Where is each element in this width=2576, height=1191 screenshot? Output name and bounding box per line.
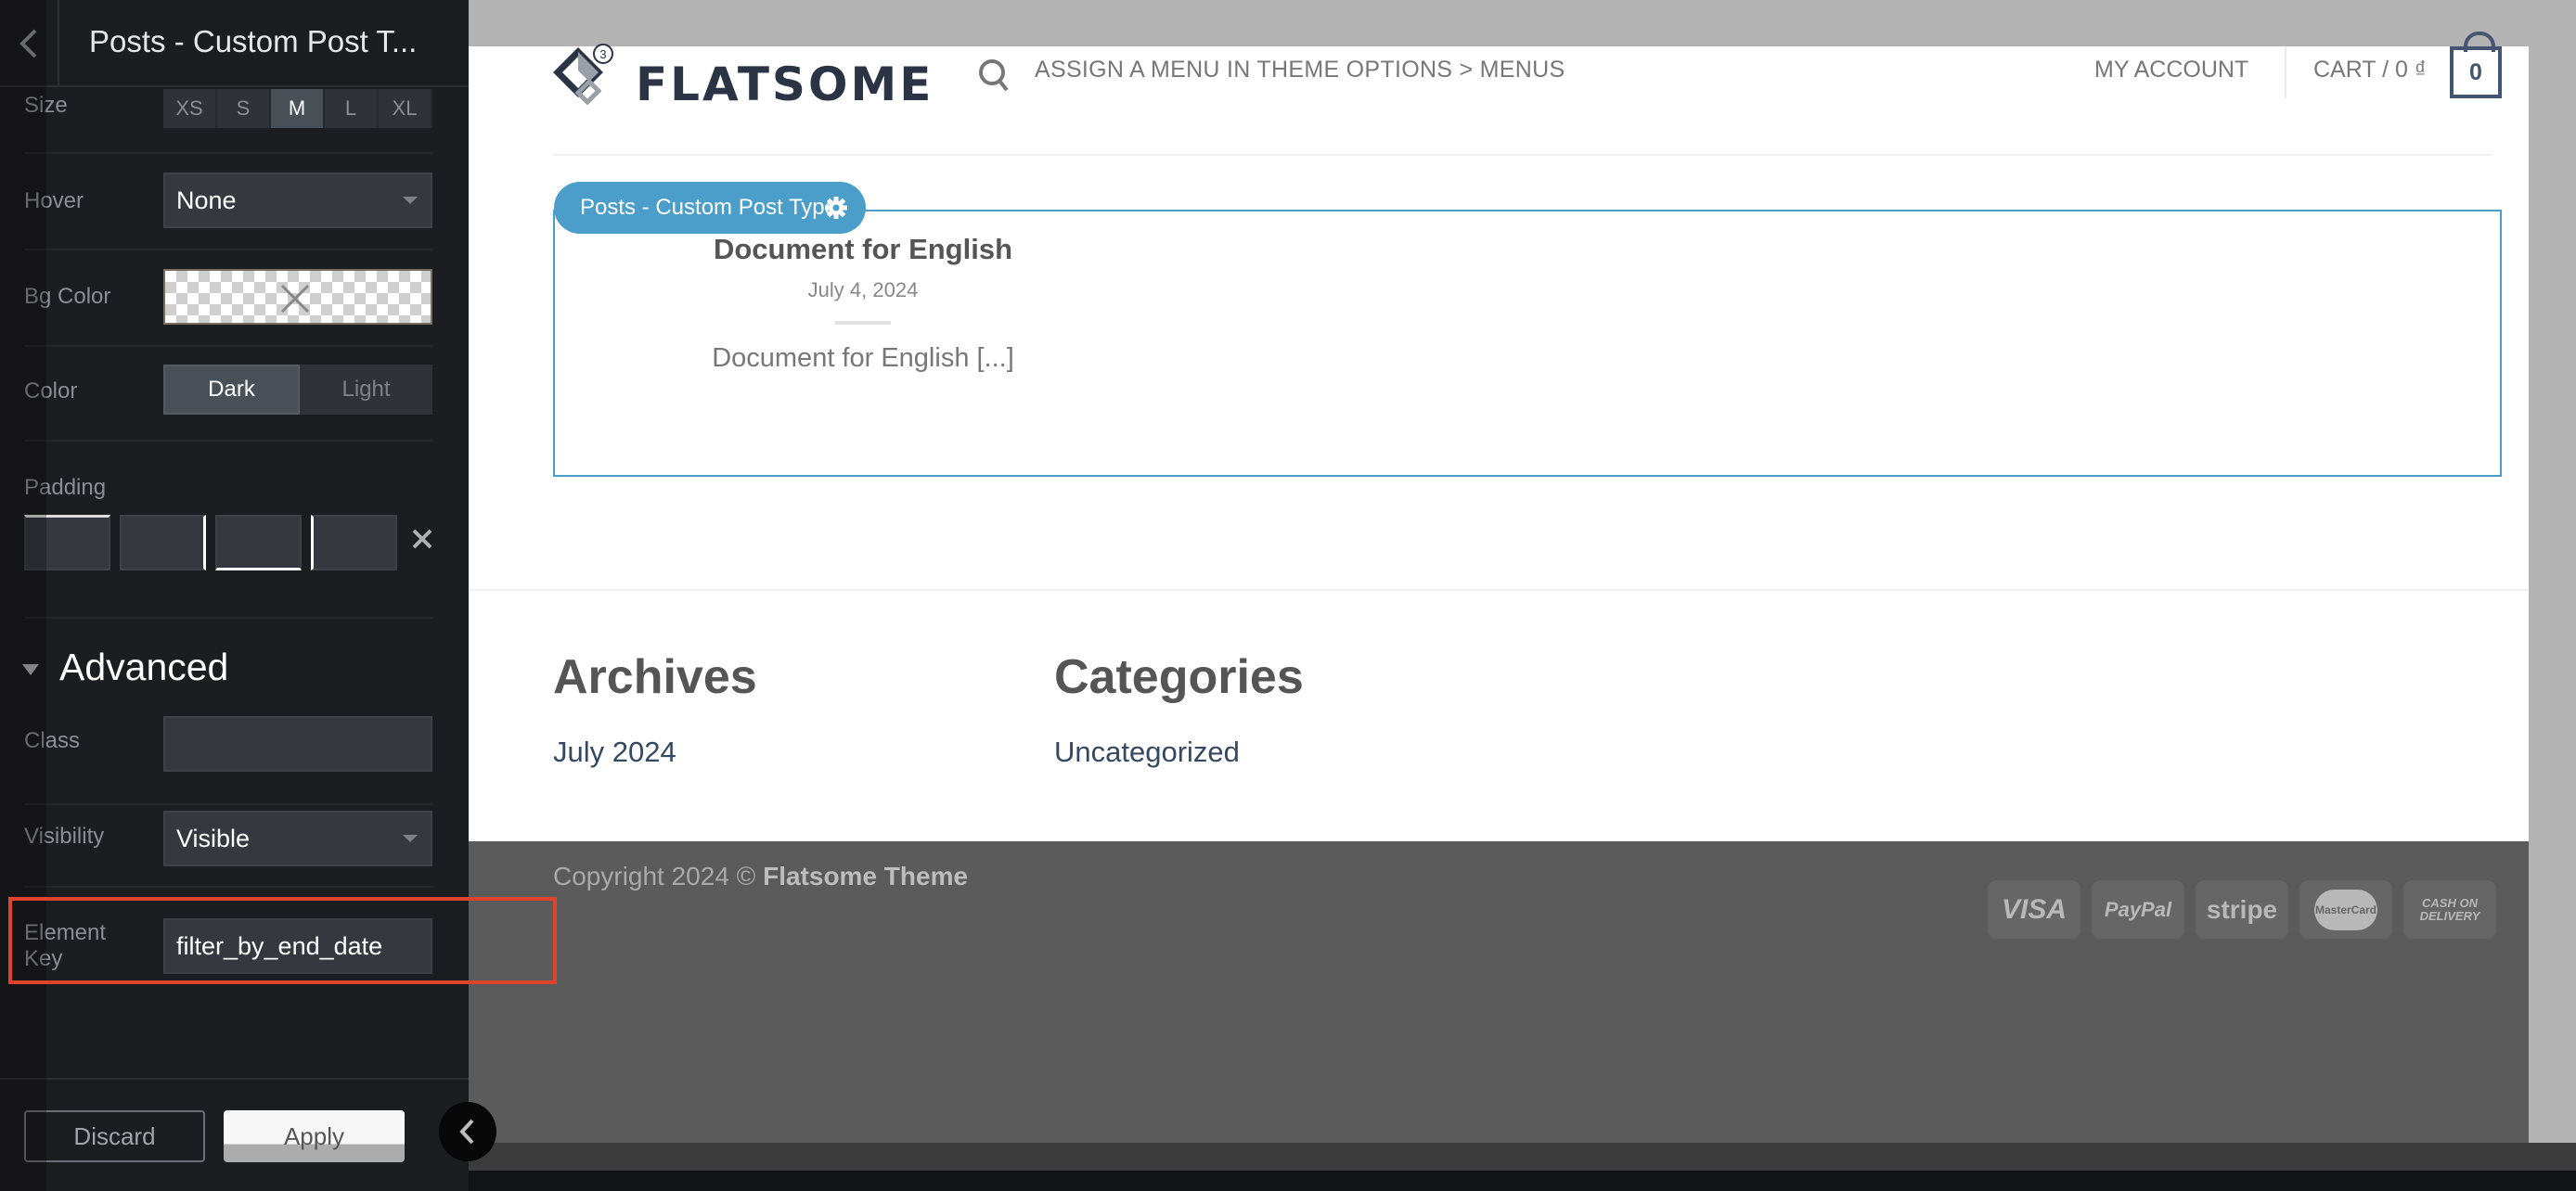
divider	[24, 803, 432, 805]
padding-left-input[interactable]	[311, 515, 397, 570]
cash-on-delivery-icon: CASH ON DELIVERY	[2403, 880, 2496, 939]
padding-inputs	[24, 515, 397, 570]
footer-top-line	[469, 589, 2529, 591]
preview-bottom-bar	[469, 1171, 2576, 1191]
header-divider-line	[553, 154, 2492, 156]
visibility-label: Visibility	[24, 824, 105, 849]
size-option-l[interactable]: L	[325, 89, 379, 128]
paypal-icon: PayPal	[2092, 880, 2184, 939]
size-option-xs[interactable]: XS	[163, 89, 217, 128]
sidebar-header: Posts - Custom Post T...	[0, 0, 469, 87]
chevron-left-icon	[19, 29, 37, 58]
chevron-down-icon	[403, 835, 418, 842]
post-excerpt: Document for English [...]	[712, 343, 1014, 373]
copyright-text: Copyright 2024 © Flatsome Theme	[553, 862, 969, 890]
padding-label: Padding	[24, 475, 107, 500]
site-footer: Copyright 2024 © Flatsome Theme VISA Pay…	[469, 841, 2529, 1143]
gear-icon[interactable]	[823, 195, 849, 221]
visibility-select[interactable]: Visible	[163, 811, 432, 866]
flatsome-logo-icon: 3	[553, 44, 613, 106]
header-divider	[2285, 46, 2286, 98]
apply-button[interactable]: Apply	[224, 1110, 405, 1162]
sidebar-title: Posts - Custom Post T...	[89, 24, 418, 58]
cart-bag-icon[interactable]: 0	[2450, 32, 2502, 98]
bg-color-picker[interactable]	[163, 269, 432, 325]
discard-button[interactable]: Discard	[24, 1110, 205, 1162]
page-preview: 3 FLATSOME ASSIGN A MENU IN THEME OPTION…	[469, 0, 2576, 1191]
mastercard-icon: MasterCard	[2299, 880, 2392, 939]
collapse-sidebar-button[interactable]	[439, 1102, 496, 1161]
cart-link[interactable]: CART / 0 ₫	[2313, 57, 2427, 83]
hover-label: Hover	[24, 188, 84, 213]
padding-top-input[interactable]	[24, 515, 110, 570]
divider	[24, 345, 432, 347]
settings-sidebar: Posts - Custom Post T... Size XS S M L X…	[0, 0, 469, 1191]
nav-menu-message[interactable]: ASSIGN A MENU IN THEME OPTIONS > MENUS	[1035, 57, 1565, 83]
size-option-xl[interactable]: XL	[379, 89, 432, 128]
chevron-down-icon	[403, 197, 418, 204]
color-option-light[interactable]: Light	[300, 365, 432, 415]
logo-text: FLATSOME	[636, 58, 934, 111]
post-date: July 4, 2024	[807, 278, 919, 301]
clear-color-icon[interactable]	[277, 280, 314, 317]
archive-link[interactable]: July 2024	[553, 736, 676, 769]
divider	[24, 617, 432, 619]
divider	[24, 152, 432, 154]
class-input[interactable]	[163, 716, 432, 772]
element-tag[interactable]: Posts - Custom Post Type	[554, 182, 866, 234]
divider	[24, 886, 432, 888]
element-tag-label: Posts - Custom Post Type	[580, 195, 837, 220]
padding-bottom-input[interactable]	[215, 515, 302, 570]
payment-icons: VISA PayPal stripe MasterCard CASH ON DE…	[1988, 880, 2496, 939]
color-label: Color	[24, 378, 78, 403]
size-option-m[interactable]: M	[271, 89, 325, 128]
element-key-label: Element Key	[24, 920, 107, 971]
padding-right-input[interactable]	[120, 515, 206, 570]
divider	[24, 249, 432, 250]
footer-divider	[0, 1078, 469, 1080]
advanced-section-title[interactable]: Advanced	[59, 646, 228, 689]
post-divider	[835, 321, 891, 325]
triangle-down-icon[interactable]	[22, 664, 39, 675]
class-label: Class	[24, 728, 81, 753]
stripe-icon: stripe	[2196, 880, 2288, 939]
chevron-left-icon	[459, 1119, 474, 1145]
search-icon[interactable]	[974, 55, 1015, 96]
widget-title-archives: Archives	[553, 650, 757, 704]
bg-color-label: Bg Color	[24, 284, 111, 309]
category-link[interactable]: Uncategorized	[1054, 736, 1240, 769]
back-button[interactable]	[0, 0, 59, 87]
color-toggle: Dark Light	[163, 365, 432, 415]
element-key-input[interactable]: filter_by_end_date	[163, 918, 432, 974]
visa-icon: VISA	[1988, 880, 2080, 939]
size-selector: XS S M L XL	[163, 89, 432, 128]
close-icon[interactable]	[408, 525, 436, 553]
cart-count: 0	[2469, 58, 2482, 85]
size-label: Size	[24, 93, 68, 118]
copyright-brand: Flatsome Theme	[763, 862, 969, 890]
size-option-s[interactable]: S	[217, 89, 271, 128]
my-account-link[interactable]: MY ACCOUNT	[2094, 57, 2248, 83]
hover-select[interactable]: None	[163, 173, 432, 228]
widget-title-categories: Categories	[1054, 650, 1304, 704]
color-option-dark[interactable]: Dark	[163, 365, 300, 415]
site-page: 3 FLATSOME ASSIGN A MENU IN THEME OPTION…	[469, 32, 2529, 841]
preview-bottom-band	[469, 1143, 2576, 1171]
site-logo[interactable]: 3 FLATSOME	[552, 44, 934, 148]
svg-text:3: 3	[599, 47, 606, 61]
divider	[24, 440, 432, 442]
post-title[interactable]: Document for English	[710, 233, 1016, 266]
